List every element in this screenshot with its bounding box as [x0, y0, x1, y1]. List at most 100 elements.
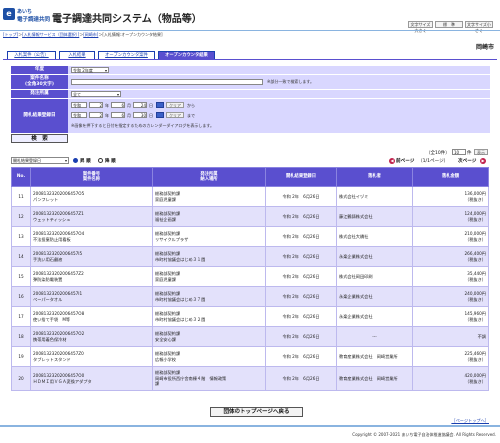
- cell-case[interactable]: 20081323202006457Z1 ウェットティッシュ: [30, 206, 153, 227]
- breadcrumb: [トップ]＞[入札情報サービス（団体選択）]＞[岡崎市]＞[入札情報:オープンカ…: [3, 32, 163, 38]
- sort-select[interactable]: 開札結果登録日 ▾: [11, 157, 69, 164]
- col-dept-header: 発注所属 納入場所: [152, 167, 266, 187]
- font-size-large-button[interactable]: 文字サイズ大きく: [408, 21, 433, 33]
- search-button[interactable]: 検 索: [11, 134, 68, 143]
- breadcrumb-top-link[interactable]: [トップ]: [3, 32, 18, 37]
- cell-date: 令和 2年 6月26日: [265, 346, 337, 367]
- to-clear-button[interactable]: クリア: [166, 112, 184, 118]
- next-page-link[interactable]: 次ページ: [458, 158, 476, 164]
- cell-case[interactable]: 20081323202006457O4 不法投棄防止用看板: [30, 226, 153, 247]
- to-calendar-icon[interactable]: [156, 112, 164, 118]
- cell-winner: 永楽企業株式会社: [336, 246, 413, 267]
- cell-dept: 総務部契約課 市町村協議会はじめ３２園: [152, 306, 266, 327]
- from-day-input[interactable]: 24: [133, 102, 147, 108]
- breadcrumb-service-link[interactable]: [入札情報サービス（団体選択）]: [22, 32, 79, 37]
- col-no-header: No.: [11, 167, 31, 187]
- cell-case[interactable]: 20081323202006457O5 パンフレット: [30, 186, 153, 207]
- table-row: 19 20081323202006457Z0 タブレットスタンド 総務部契約課 広報小学…: [11, 346, 489, 367]
- cell-amount-tax: （税抜き）: [465, 378, 486, 384]
- cell-case-name: ＨＤＭＩ用ＶＧＡ変換アダプタ: [33, 378, 92, 384]
- cell-case[interactable]: 20081323202006457I1 ペーパータオル: [30, 286, 153, 307]
- sort-asc-radio[interactable]: [73, 158, 78, 163]
- prev-page-link[interactable]: 前ページ: [396, 158, 414, 164]
- city-name: 岡崎市: [475, 44, 494, 51]
- cell-winner: 株式会社イヅミ: [336, 186, 413, 207]
- cell-dept: 総務部契約課 市町村協議会はじめ３１園: [152, 246, 266, 267]
- case-name-note: ※部分一致で検索します。: [267, 79, 314, 84]
- cell-place: 福祉企画課: [155, 216, 176, 222]
- font-size-standard-button[interactable]: 標 準: [435, 21, 463, 28]
- cell-case[interactable]: 20081323202006457O8 使い捨て手袋 M等: [30, 306, 153, 327]
- font-size-small-button[interactable]: 文字サイズ小さく: [465, 21, 493, 33]
- cell-winner: 永楽企業株式会社: [336, 286, 413, 307]
- cell-amount: 210,000円 （税抜き）: [412, 226, 489, 247]
- date-note: ※画像を押下すると日付を指定するためのカレンダーダイアログを表示します。: [71, 123, 214, 128]
- cell-place: 市町村協議会はじめ３７園: [155, 296, 206, 302]
- cell-case[interactable]: 20081323202006457O0 ＨＤＭＩ用ＶＧＡ変換アダプタ: [30, 366, 153, 391]
- date-row: 令和 2 年 6 月 24 日 クリア から 令和 2 年 6 月 30 日 ク…: [68, 99, 490, 133]
- from-calendar-icon[interactable]: [156, 102, 164, 108]
- cell-case-name: パンフレット: [33, 196, 59, 202]
- from-year-unit: 年: [105, 103, 109, 108]
- to-year-input[interactable]: 2: [89, 112, 103, 118]
- breadcrumb-city-link[interactable]: [岡崎市]: [83, 32, 98, 37]
- sort-asc-label: 昇 順: [80, 159, 91, 164]
- cell-case[interactable]: 20081323202006457Z2 弾防染防電装置: [30, 266, 153, 287]
- breadcrumb-current: [入札情報:オープンカウンタ結果]: [102, 32, 163, 37]
- cell-winner: 教育産業株式会社 岡崎営業所: [336, 346, 413, 367]
- case-name-input[interactable]: [71, 79, 263, 85]
- sort-desc-label: 降 順: [105, 159, 116, 164]
- cell-amount: 225,460円 （税抜き）: [412, 346, 489, 367]
- cell-dept: 総務部契約課 家庭児童課: [152, 266, 266, 287]
- cell-amount-tax: （税抜き）: [465, 196, 486, 202]
- cell-date: 令和 2年 6月26日: [265, 246, 337, 267]
- cell-no: 12: [11, 206, 31, 227]
- from-year-input[interactable]: 2: [89, 102, 103, 108]
- cell-no: 15: [11, 266, 31, 287]
- cell-amount: 420,000円 （税抜き）: [412, 366, 489, 391]
- department-select[interactable]: 全て ▾: [71, 91, 121, 97]
- cell-case[interactable]: 20081323202006457O2 携帯用着色保冷材: [30, 326, 153, 347]
- col-case-header: 案件番号 案件名称: [30, 167, 153, 187]
- return-to-top-button[interactable]: 団体のトップページへ戻る: [210, 407, 303, 417]
- cell-amount: 240,000円 （税抜き）: [412, 286, 489, 307]
- tab-underline: [3, 59, 497, 60]
- tab-open-counter-results[interactable]: オープンカウンタ結果: [158, 51, 215, 59]
- per-page-select[interactable]: 10: [452, 149, 466, 155]
- from-month-input[interactable]: 6: [111, 102, 125, 108]
- cell-case-name: 弾防染防電装置: [33, 276, 63, 282]
- cell-dept: 総務部契約課 広報小学校: [152, 346, 266, 367]
- page-top-link[interactable]: ［ページトップへ］: [451, 418, 489, 424]
- cell-date: 令和 2年 6月26日: [265, 186, 337, 207]
- from-era-select[interactable]: 令和: [71, 102, 87, 108]
- tab-bid-cases[interactable]: 入札案件（公告）: [7, 51, 56, 59]
- cell-amount-tax: （税抜き）: [465, 356, 486, 362]
- tab-open-counter-cases[interactable]: オープンカウンタ案件: [98, 51, 155, 59]
- to-day-input[interactable]: 30: [133, 112, 147, 118]
- prev-page-icon[interactable]: ◀: [389, 158, 395, 164]
- cell-case[interactable]: 20081323202006457I5 手洗い用石鹸液: [30, 246, 153, 267]
- cell-case[interactable]: 20081323202006457Z0 タブレットスタンド: [30, 346, 153, 367]
- to-month-input[interactable]: 6: [111, 112, 125, 118]
- sort-desc-radio[interactable]: [98, 158, 103, 163]
- cell-place: 市町村協議会はじめ３１園: [155, 256, 206, 262]
- next-page-icon[interactable]: ▶: [480, 158, 486, 164]
- to-era-select[interactable]: 令和: [71, 112, 87, 118]
- cell-winner: 株式会社大橋社: [336, 226, 413, 247]
- cell-amount: 266,400円 （税抜き）: [412, 246, 489, 267]
- page-info: （1/1ページ）: [418, 159, 449, 164]
- table-row: 13 20081323202006457O4 不法投棄防止用看板 総務部契約課 リサイク…: [11, 226, 489, 247]
- case-name-row: ※部分一致で検索します。: [68, 75, 490, 89]
- cell-winner: ---: [336, 326, 413, 347]
- cell-case-name: 不法投棄防止用看板: [33, 236, 71, 242]
- cell-amount-tax: （税抜き）: [465, 236, 486, 242]
- tab-bid-results[interactable]: 入札結果: [59, 51, 95, 59]
- cell-no: 11: [11, 186, 31, 207]
- from-clear-button[interactable]: クリア: [166, 102, 184, 108]
- to-day-unit: 日: [149, 113, 153, 118]
- chevron-down-icon: ▾: [116, 92, 119, 97]
- cell-winner: 株式会社岡田印刷: [336, 266, 413, 287]
- year-select[interactable]: 令和 2年度 ▾: [71, 67, 109, 73]
- chevron-down-icon: ▾: [64, 158, 67, 163]
- per-page-go-button[interactable]: 表示: [474, 149, 488, 155]
